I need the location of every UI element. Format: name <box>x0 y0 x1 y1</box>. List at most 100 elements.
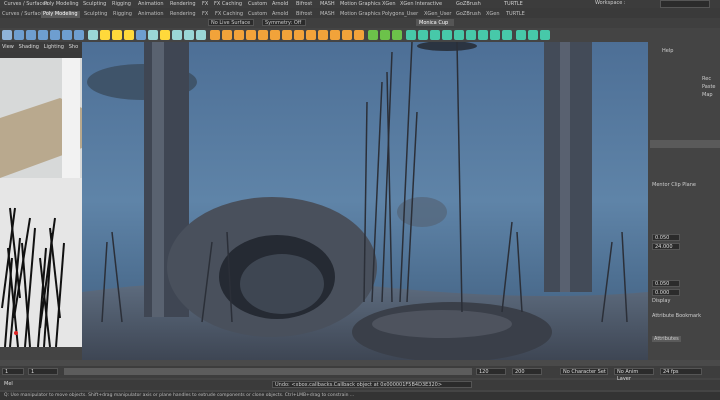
camera-field[interactable]: Monica Cup <box>416 19 454 26</box>
automatic-map-icon[interactable] <box>392 30 402 40</box>
cylinder-icon[interactable] <box>38 30 48 40</box>
menu-item-gozbrush[interactable]: GoZBrush <box>456 0 481 8</box>
character-set-select[interactable]: No Character Set <box>560 368 608 375</box>
cube-icon[interactable] <box>26 30 36 40</box>
fps-select[interactable]: 24 fps <box>660 368 702 375</box>
select-tool-icon[interactable] <box>2 30 12 40</box>
menu-item-fx-caching[interactable]: FX Caching <box>214 0 242 8</box>
extrude-icon[interactable] <box>270 30 280 40</box>
rp-display-label[interactable]: Display <box>652 298 670 304</box>
append-icon[interactable] <box>306 30 316 40</box>
uv-editor-icon[interactable] <box>368 30 378 40</box>
shelf-tab-bifrost[interactable]: Bifrost <box>296 11 312 18</box>
shelf-tab-xgen-user[interactable]: XGen_User <box>424 11 451 18</box>
soccer-ball-icon[interactable] <box>160 30 170 40</box>
bevel-icon[interactable] <box>294 30 304 40</box>
star-icon[interactable] <box>100 30 110 40</box>
menu-item-turtle[interactable]: TURTLE <box>504 0 523 8</box>
left-tab-show[interactable]: Sho <box>69 44 78 50</box>
torus-icon[interactable] <box>74 30 84 40</box>
anim-layer-select[interactable]: No Anim Layer <box>614 368 654 382</box>
range-end-field[interactable]: 120 <box>476 368 506 375</box>
live-surface-field[interactable]: No Live Surface <box>208 19 254 26</box>
range-end2-field[interactable]: 200 <box>512 368 542 375</box>
menu-item-bifrost[interactable]: Bifrost <box>296 0 312 8</box>
symmetry-field[interactable]: Symmetry: Off <box>262 19 306 26</box>
insert-loop-icon[interactable] <box>330 30 340 40</box>
menu-item-animation[interactable]: Animation <box>138 0 164 8</box>
shelf-tab-custom[interactable]: Custom <box>248 11 267 18</box>
menu-item-mash[interactable]: MASH <box>320 0 335 8</box>
combine-icon[interactable] <box>210 30 220 40</box>
superellipse-icon[interactable] <box>172 30 182 40</box>
target-weld-icon[interactable] <box>354 30 364 40</box>
foamy-brush-icon[interactable] <box>478 30 488 40</box>
menu-item-custom[interactable]: Custom <box>248 0 267 8</box>
rp-section-header[interactable] <box>650 140 720 148</box>
pinch-brush-icon[interactable] <box>454 30 464 40</box>
menu-item-rendering[interactable]: Rendering <box>170 0 196 8</box>
boolean-icon[interactable] <box>246 30 256 40</box>
menu-item-rigging[interactable]: Rigging <box>112 0 131 8</box>
shelf-tab-xgen[interactable]: XGen <box>486 11 500 18</box>
rp-value-field-3[interactable]: 0.050 <box>652 280 680 287</box>
repeat-brush-icon[interactable] <box>502 30 512 40</box>
shelf-tab-poly-modeling[interactable]: Poly Modeling <box>41 11 80 18</box>
scrape-brush-icon[interactable] <box>540 30 550 40</box>
grab-brush-icon[interactable] <box>442 30 452 40</box>
pyramid-icon[interactable] <box>124 30 134 40</box>
shelf-tab-turtle[interactable]: TURTLE <box>506 11 525 18</box>
range-start2-field[interactable]: 1 <box>28 368 58 375</box>
menu-item-curves[interactable]: Curves / Surfaces <box>4 0 48 8</box>
left-tab-view[interactable]: View <box>2 44 14 50</box>
sphere-platonic-icon[interactable] <box>184 30 194 40</box>
range-bar[interactable] <box>64 368 472 375</box>
shelf-tab-rendering[interactable]: Rendering <box>170 11 196 18</box>
fill-hole-icon[interactable] <box>318 30 328 40</box>
menu-item-xgen-interactive[interactable]: XGen Interactive <box>400 0 442 8</box>
wax-brush-icon[interactable] <box>528 30 538 40</box>
cone-icon[interactable] <box>50 30 60 40</box>
menu-item-xgen[interactable]: XGen <box>382 0 396 8</box>
menu-item-motion-graphics[interactable]: Motion Graphics <box>340 0 381 8</box>
main-viewport[interactable] <box>82 42 648 360</box>
plane-icon[interactable] <box>62 30 72 40</box>
prism-icon[interactable] <box>112 30 122 40</box>
imprint-brush-icon[interactable] <box>516 30 526 40</box>
menu-item-arnold[interactable]: Arnold <box>272 0 288 8</box>
left-tab-shading[interactable]: Shading <box>19 44 39 50</box>
left-tab-lighting[interactable]: Lighting <box>44 44 64 50</box>
menu-item-poly[interactable]: Poly Modeling <box>44 0 79 8</box>
shelf-tab-mash[interactable]: MASH <box>320 11 335 18</box>
mirror-icon[interactable] <box>258 30 268 40</box>
shelf-tab-curves[interactable]: Curves / Surfaces <box>2 11 46 18</box>
rp-value-field-4[interactable]: 0.000 <box>652 289 680 296</box>
rp-bookmark-label[interactable]: Attribute Bookmark <box>652 313 701 319</box>
shelf-tab-sculpting[interactable]: Sculpting <box>84 11 107 18</box>
disc-icon[interactable] <box>88 30 98 40</box>
rp-attributes-tab[interactable]: Attributes <box>652 336 681 342</box>
smooth-brush-icon[interactable] <box>418 30 428 40</box>
smooth-icon[interactable] <box>234 30 244 40</box>
separate-icon[interactable] <box>222 30 232 40</box>
planar-map-icon[interactable] <box>380 30 390 40</box>
sphere-icon[interactable] <box>14 30 24 40</box>
shelf-tab-animation[interactable]: Animation <box>138 11 164 18</box>
shelf-tab-motion-graphics[interactable]: Motion Graphics <box>340 11 381 18</box>
menu-item-fx[interactable]: FX <box>202 0 208 8</box>
secondary-viewport[interactable] <box>0 58 82 347</box>
flatten-brush-icon[interactable] <box>466 30 476 40</box>
pipe-icon[interactable] <box>136 30 146 40</box>
rp-help-menu[interactable]: Help <box>662 48 673 54</box>
shelf-tab-gozbrush[interactable]: GoZBrush <box>456 11 481 18</box>
type-icon[interactable] <box>196 30 206 40</box>
shelf-tab-arnold[interactable]: Arnold <box>272 11 288 18</box>
helix-icon[interactable] <box>148 30 158 40</box>
shelf-tab-fx[interactable]: FX <box>202 11 208 18</box>
command-output[interactable]: Undo: <xbox.callbacks.Callback object at… <box>272 381 472 388</box>
shelf-tab-polygons-user[interactable]: Polygons_User <box>382 11 418 18</box>
shelf-tab-rigging[interactable]: Rigging <box>113 11 132 18</box>
bridge-icon[interactable] <box>282 30 292 40</box>
shelf-tab-fx-caching[interactable]: FX Caching <box>215 11 243 18</box>
rp-value-field-2[interactable]: 24.000 <box>652 243 680 250</box>
